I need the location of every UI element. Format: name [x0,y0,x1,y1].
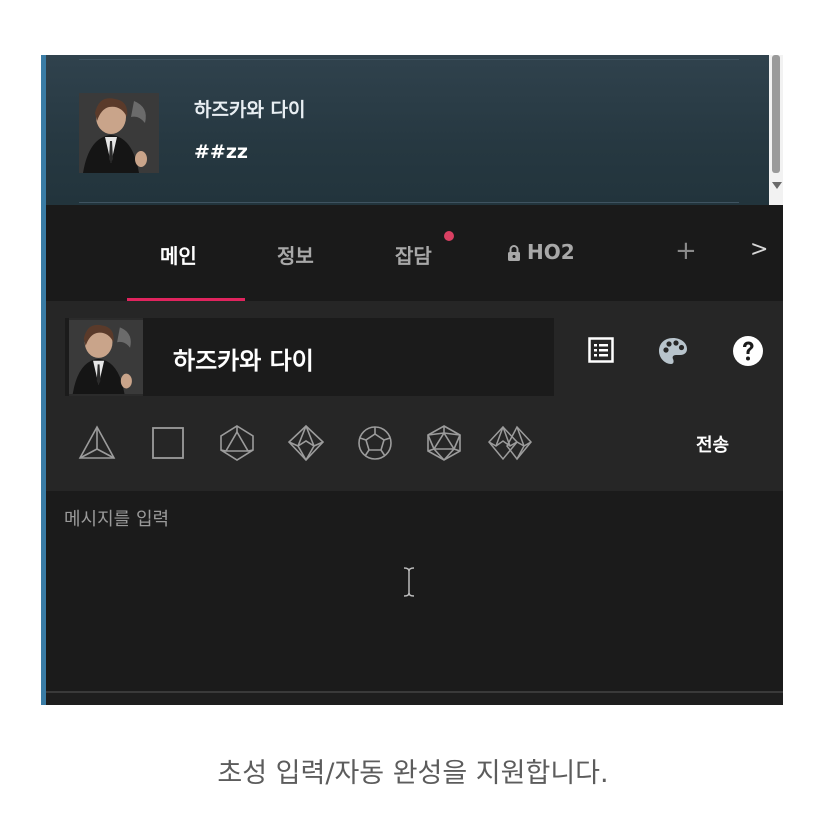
d100-dice-icon[interactable] [486,423,536,467]
tab-bar: 메인 정보 잡담 HO2 + > [46,205,783,301]
character-selector[interactable]: 하즈카와 다이 [65,318,554,396]
character-name: 하즈카와 다이 [173,347,314,375]
send-button[interactable]: 전송 [696,431,729,457]
message-divider [79,59,739,60]
d4-dice-icon[interactable] [77,423,117,467]
chat-panel: 하즈카와 다이 ##zz 메인 정보 잡담 HO2 + > 하즈카와 다이 전송… [41,55,783,705]
scroll-down-icon[interactable] [772,182,782,189]
d6-dice-icon[interactable] [148,423,188,467]
d20-dice-icon[interactable] [424,423,464,467]
composer-header: 하즈카와 다이 전송 [46,301,783,491]
tab-info[interactable]: 정보 [277,240,314,269]
tab-chatter[interactable]: 잡담 [395,240,432,269]
scrollbar-thumb[interactable] [772,55,780,173]
message-input-area[interactable] [46,491,783,691]
message-text: ##zz [194,141,248,163]
unread-dot [444,231,454,241]
tab-main[interactable]: 메인 [160,240,197,269]
d8-dice-icon[interactable] [217,423,257,467]
d10-dice-icon[interactable] [286,423,326,467]
avatar [79,93,159,173]
lock-icon [507,242,521,266]
caption-text: 초성 입력/자동 완성을 지원합니다. [217,758,609,789]
next-tab-button[interactable]: > [750,237,768,262]
tab-ho2[interactable]: HO2 [507,240,575,266]
d12-dice-icon[interactable] [355,423,395,467]
tab-ho2-label: HO2 [527,240,575,264]
panel-bottom-border [46,691,783,693]
chat-log[interactable]: 하즈카와 다이 ##zz [46,55,769,205]
text-cursor-icon [402,566,416,602]
palette-icon[interactable] [657,336,689,370]
list-icon[interactable] [588,337,614,367]
character-avatar [69,318,143,396]
help-icon[interactable] [732,335,764,371]
add-tab-button[interactable]: + [675,236,697,266]
message-author: 하즈카와 다이 [194,99,306,121]
message-divider [79,202,739,203]
chat-scrollbar[interactable] [769,55,783,205]
